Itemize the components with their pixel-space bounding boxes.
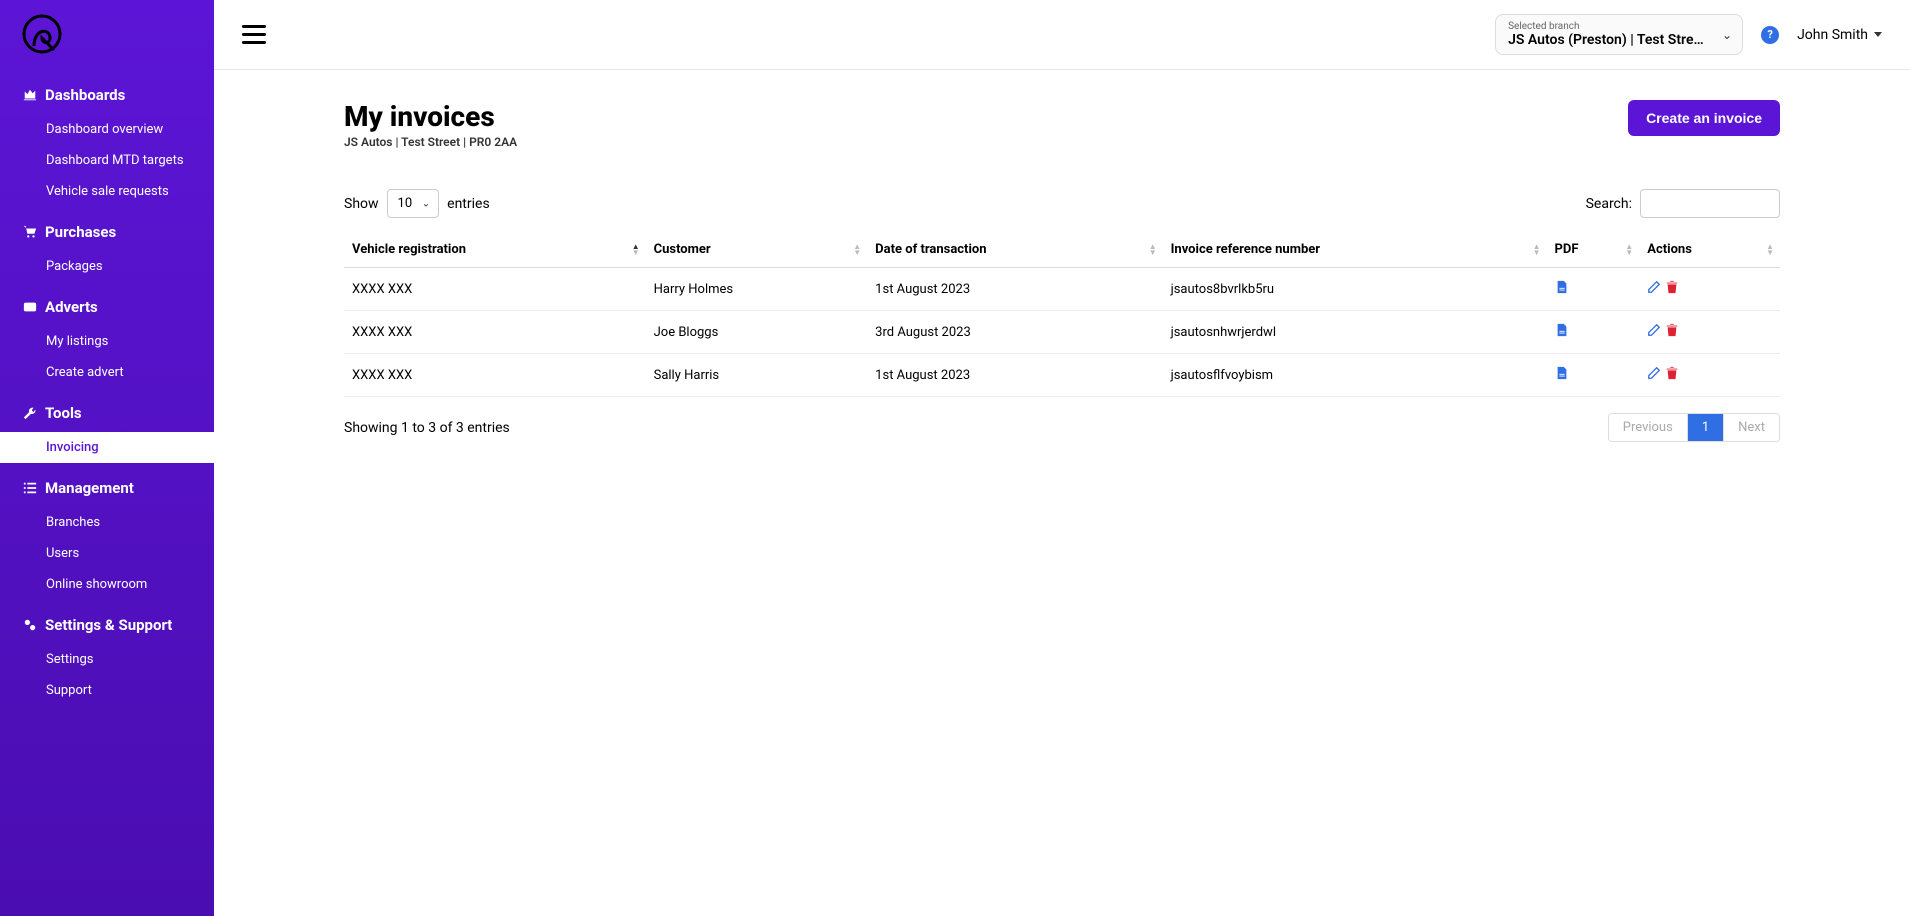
list-icon: [22, 481, 37, 496]
section-title-label: Tools: [45, 404, 82, 422]
section-header-purchases: Purchases: [0, 213, 214, 251]
cart-icon: [22, 225, 37, 240]
sort-icon: ▲▼: [632, 244, 640, 256]
chevron-down-icon: ⌄: [1722, 28, 1732, 42]
sidebar: Dashboards Dashboard overviewDashboard MT…: [0, 0, 214, 916]
caret-down-icon: [1874, 32, 1882, 37]
sidebar-item-my-listings[interactable]: My listings: [0, 326, 214, 357]
cell-date: 1st August 2023: [867, 354, 1162, 397]
column-header-pdf[interactable]: PDF▲▼: [1547, 232, 1640, 268]
pdf-download-icon[interactable]: [1555, 283, 1569, 298]
section-header-management: Management: [0, 469, 214, 507]
sidebar-item-packages[interactable]: Packages: [0, 251, 214, 282]
chart-line-icon: [22, 88, 37, 103]
sidebar-item-dashboard-overview[interactable]: Dashboard overview: [0, 114, 214, 145]
entries-value: 10: [398, 196, 413, 211]
edit-icon[interactable]: [1647, 369, 1661, 384]
table-row: XXXX XXXSally Harris1st August 2023jsaut…: [344, 354, 1780, 397]
section-title-label: Settings & Support: [45, 616, 172, 634]
section-title-label: Purchases: [45, 223, 116, 241]
column-header-date-of-transaction[interactable]: Date of transaction▲▼: [867, 232, 1162, 268]
edit-icon[interactable]: [1647, 283, 1661, 298]
sidebar-item-vehicle-sale-requests[interactable]: Vehicle sale requests: [0, 176, 214, 207]
sidebar-item-settings[interactable]: Settings: [0, 644, 214, 675]
section-header-dashboards: Dashboards: [0, 76, 214, 114]
sort-icon: ▲▼: [1766, 244, 1774, 256]
branch-value: JS Autos (Preston) | Test Street | PR0 2…: [1508, 32, 1706, 48]
table-info: Showing 1 to 3 of 3 entries: [344, 420, 510, 436]
column-header-invoice-reference-number[interactable]: Invoice reference number▲▼: [1163, 232, 1547, 268]
cell-reg: XXXX XXX: [344, 311, 646, 354]
menu-toggle-button[interactable]: [242, 25, 266, 44]
wrench-icon: [22, 406, 37, 421]
pagination: Previous 1 Next: [1608, 413, 1780, 442]
sort-icon: ▲▼: [1533, 244, 1541, 256]
table-row: XXXX XXXJoe Bloggs3rd August 2023jsautos…: [344, 311, 1780, 354]
show-prefix: Show: [344, 196, 379, 212]
create-invoice-button[interactable]: Create an invoice: [1628, 100, 1780, 136]
trash-icon[interactable]: [1665, 369, 1679, 384]
pdf-download-icon[interactable]: [1555, 326, 1569, 341]
edit-icon[interactable]: [1647, 326, 1661, 341]
cell-ref: jsautosflfvoybism: [1163, 354, 1547, 397]
user-menu[interactable]: John Smith: [1797, 27, 1882, 43]
content: My invoices JS Autos | Test Street | PR0…: [214, 70, 1910, 472]
sidebar-item-branches[interactable]: Branches: [0, 507, 214, 538]
column-header-actions[interactable]: Actions▲▼: [1639, 232, 1780, 268]
cell-customer: Joe Bloggs: [646, 311, 868, 354]
help-icon[interactable]: ?: [1761, 26, 1779, 44]
sidebar-item-dashboard-mtd-targets[interactable]: Dashboard MTD targets: [0, 145, 214, 176]
sidebar-item-support[interactable]: Support: [0, 675, 214, 706]
ad-icon: [22, 300, 37, 315]
cell-date: 3rd August 2023: [867, 311, 1162, 354]
sort-icon: ▲▼: [853, 244, 861, 256]
sidebar-item-users[interactable]: Users: [0, 538, 214, 569]
trash-icon[interactable]: [1665, 283, 1679, 298]
sidebar-item-invoicing[interactable]: Invoicing: [0, 432, 214, 463]
branch-selector[interactable]: Selected branch JS Autos (Preston) | Tes…: [1495, 14, 1743, 55]
entries-select[interactable]: 10 ⌄: [387, 189, 440, 218]
branch-label: Selected branch: [1508, 21, 1706, 32]
page-title: My invoices: [344, 100, 517, 133]
sidebar-item-online-showroom[interactable]: Online showroom: [0, 569, 214, 600]
entries-length-control: Show 10 ⌄ entries: [344, 189, 490, 218]
page-subtitle: JS Autos | Test Street | PR0 2AA: [344, 135, 517, 149]
pagination-next[interactable]: Next: [1724, 414, 1779, 441]
topbar: Selected branch JS Autos (Preston) | Tes…: [214, 0, 1910, 70]
section-title-label: Dashboards: [45, 86, 125, 104]
table-row: XXXX XXXHarry Holmes1st August 2023jsaut…: [344, 268, 1780, 311]
cell-ref: jsautos8bvrlkb5ru: [1163, 268, 1547, 311]
column-header-customer[interactable]: Customer▲▼: [646, 232, 868, 268]
section-header-tools: Tools: [0, 394, 214, 432]
pdf-download-icon[interactable]: [1555, 369, 1569, 384]
cell-customer: Sally Harris: [646, 354, 868, 397]
section-title-label: Adverts: [45, 298, 98, 316]
cell-customer: Harry Holmes: [646, 268, 868, 311]
section-title-label: Management: [45, 479, 134, 497]
cell-date: 1st August 2023: [867, 268, 1162, 311]
cogs-icon: [22, 618, 37, 633]
sidebar-item-create-advert[interactable]: Create advert: [0, 357, 214, 388]
sort-icon: ▲▼: [1625, 244, 1633, 256]
cell-reg: XXXX XXX: [344, 354, 646, 397]
show-suffix: entries: [447, 196, 490, 212]
search-label: Search:: [1586, 196, 1632, 212]
section-header-adverts: Adverts: [0, 288, 214, 326]
cell-reg: XXXX XXX: [344, 268, 646, 311]
invoices-table: Vehicle registration▲▼Customer▲▼Date of …: [344, 232, 1780, 397]
pagination-prev[interactable]: Previous: [1609, 414, 1688, 441]
column-header-vehicle-registration[interactable]: Vehicle registration▲▼: [344, 232, 646, 268]
cell-ref: jsautosnhwrjerdwl: [1163, 311, 1547, 354]
chevron-down-icon: ⌄: [422, 198, 430, 209]
pagination-page-1[interactable]: 1: [1688, 414, 1724, 441]
section-header-settings-support: Settings & Support: [0, 606, 214, 644]
sort-icon: ▲▼: [1149, 244, 1157, 256]
trash-icon[interactable]: [1665, 326, 1679, 341]
search-input[interactable]: [1640, 189, 1780, 218]
brand-logo: [0, 8, 214, 70]
user-name: John Smith: [1797, 27, 1868, 43]
